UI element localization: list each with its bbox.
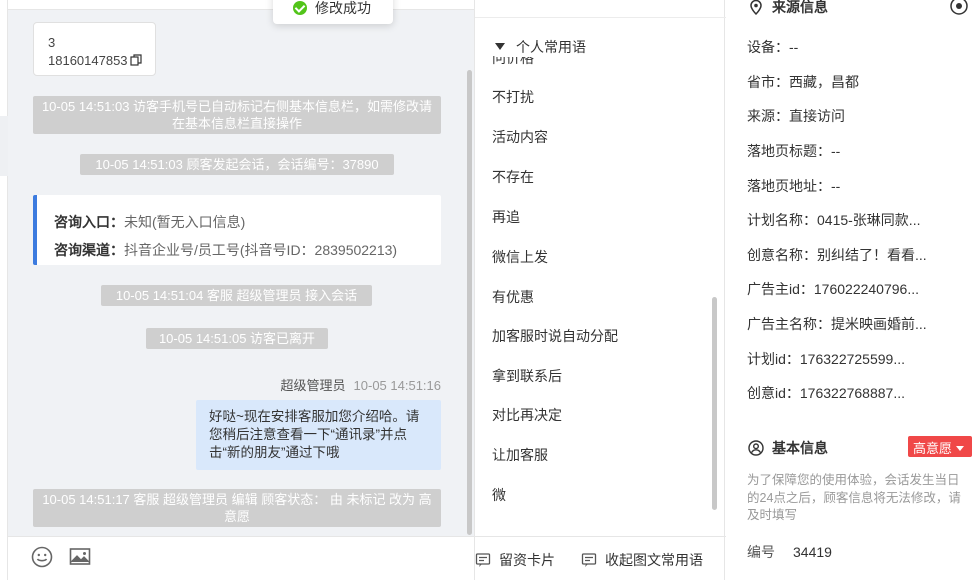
phrase-item[interactable]: 有优惠 bbox=[492, 287, 534, 307]
phrase-item[interactable]: 让加客服 bbox=[492, 445, 548, 465]
chat-panel: 3 18160147853 10-05 14:51:03 访客手机号已自动标记右… bbox=[8, 0, 474, 580]
source-row-device: 设备：-- bbox=[747, 39, 799, 55]
divider bbox=[475, 17, 726, 18]
phrase-item[interactable]: 活动内容 bbox=[492, 127, 548, 147]
common-phrases-panel: 问价格 不打扰 活动内容 不存在 再追 微信上发 有优惠 加客服时说自动分配 拿… bbox=[474, 0, 726, 580]
system-message: 10-05 14:51:17 客服 超级管理员 编辑 顾客状态： 由 未标记 改… bbox=[33, 489, 441, 527]
system-message: 10-05 14:51:03 访客手机号已自动标记右侧基本信息栏，如需修改请在基… bbox=[33, 96, 441, 134]
intent-status-label: 高意愿 bbox=[913, 441, 953, 456]
message-icon bbox=[581, 553, 597, 567]
phrase-list: 问价格 不打扰 活动内容 不存在 再追 微信上发 有优惠 加客服时说自动分配 拿… bbox=[475, 56, 715, 516]
source-row-advertiser-id: 广告主id：176022240796... bbox=[747, 281, 919, 297]
visitor-info-panel: 来源信息 设备：-- 省市：西藏，昌都 来源：直接访问 落地页标题：-- 落地页… bbox=[726, 0, 972, 580]
phrase-item[interactable]: 问价格 bbox=[492, 56, 534, 68]
entry-info-card: 咨询入口：未知(暂无入口信息) 咨询渠道：抖音企业号/员工号(抖音号ID：283… bbox=[33, 195, 441, 265]
left-panel-highlight bbox=[0, 116, 8, 176]
message-time: 10-05 14:51:16 bbox=[353, 378, 441, 393]
phrase-group-title: 个人常用语 bbox=[516, 39, 586, 55]
source-row-plan-name: 计划名称：0415-张琳同款... bbox=[747, 212, 921, 228]
agent-message-bubble: 好哒~现在安排客服加您介绍哈。请您稍后注意查看一下“通讯录”并点击“新的朋友”通… bbox=[196, 400, 441, 470]
toast-text: 修改成功 bbox=[315, 0, 371, 16]
phrase-item[interactable]: 微信上发 bbox=[492, 247, 548, 267]
phrase-item[interactable]: 微 bbox=[492, 485, 506, 505]
chevron-down-icon bbox=[956, 446, 965, 451]
check-circle-icon bbox=[293, 1, 307, 15]
caret-down-icon bbox=[495, 43, 505, 50]
system-message: 10-05 14:51:04 客服 超级管理员 接入会话 bbox=[101, 285, 372, 306]
phrase-item[interactable]: 拿到联系后 bbox=[492, 366, 562, 386]
chat-scrollbar[interactable] bbox=[467, 70, 472, 535]
system-message: 10-05 14:51:05 访客已离开 bbox=[146, 328, 328, 349]
user-icon bbox=[748, 440, 764, 456]
entry-label: 咨询入口： bbox=[54, 214, 124, 230]
location-icon bbox=[750, 0, 762, 16]
source-row-creative-id: 创意id：176322768887... bbox=[747, 385, 905, 401]
source-row-plan-id: 计划id：176322725599... bbox=[747, 351, 905, 367]
system-message: 10-05 14:51:03 顾客发起会话，会话编号：37890 bbox=[80, 154, 394, 175]
phone-card: 3 18160147853 bbox=[33, 22, 156, 76]
success-toast: 修改成功 bbox=[273, 0, 393, 24]
source-info-label: 来源信息 bbox=[772, 0, 828, 15]
phone-number: 18160147853 bbox=[48, 53, 128, 68]
phrase-item[interactable]: 再追 bbox=[492, 207, 520, 227]
collapse-phrases-label: 收起图文常用语 bbox=[605, 552, 703, 568]
source-row-advertiser-name: 广告主名称：提米映画婚前... bbox=[747, 316, 927, 332]
phrase-item[interactable]: 对比再决定 bbox=[492, 405, 562, 425]
phrases-footer: 留资卡片 收起图文常用语 bbox=[475, 536, 726, 580]
message-card-icon bbox=[475, 553, 491, 567]
message-sender: 超级管理员 10-05 14:51:16 bbox=[281, 375, 441, 394]
smile-icon[interactable] bbox=[30, 545, 54, 569]
basic-info-title: 基本信息 bbox=[748, 438, 828, 458]
source-row-landing-title: 落地页标题：-- bbox=[747, 143, 841, 159]
collapse-phrases-button[interactable]: 收起图文常用语 bbox=[581, 550, 703, 570]
customer-id-label: 编号 bbox=[747, 544, 775, 560]
chat-toolbar bbox=[8, 536, 474, 580]
left-panel-edge bbox=[0, 0, 8, 580]
lead-card-button[interactable]: 留资卡片 bbox=[475, 550, 555, 570]
sender-name: 超级管理员 bbox=[280, 378, 346, 393]
customer-id-value: 34419 bbox=[793, 544, 832, 560]
channel-label: 咨询渠道： bbox=[54, 242, 124, 258]
phrase-group-header[interactable]: 个人常用语 bbox=[495, 37, 590, 57]
source-row-landing-url: 落地页地址：-- bbox=[747, 178, 841, 194]
intent-status-dropdown[interactable]: 高意愿 bbox=[908, 436, 972, 457]
image-icon[interactable] bbox=[68, 545, 92, 569]
customer-id-row: 编号 34419 bbox=[747, 542, 832, 562]
edit-deadline-tip: 为了保障您的使用体验，会话发生当日的24点之后，顾客信息将无法修改，请及时填写 bbox=[747, 473, 961, 522]
source-row-creative-name: 创意名称：别纠结了！看看... bbox=[747, 247, 927, 263]
source-row-origin: 来源：直接访问 bbox=[747, 108, 845, 124]
phrases-scrollbar[interactable] bbox=[712, 297, 717, 510]
chat-header-edge bbox=[8, 0, 474, 10]
phrase-item[interactable]: 加客服时说自动分配 bbox=[492, 326, 618, 346]
phone-card-line1: 3 bbox=[48, 35, 56, 50]
source-row-region: 省市：西藏，昌都 bbox=[747, 74, 859, 90]
channel-value: 抖音企业号/员工号(抖音号ID：2839502213) bbox=[124, 242, 398, 258]
phrase-item[interactable]: 不打扰 bbox=[492, 87, 534, 107]
view-icon[interactable] bbox=[948, 0, 970, 17]
copy-icon[interactable] bbox=[129, 53, 142, 66]
source-info-title: 来源信息 bbox=[748, 0, 828, 17]
entry-value: 未知(暂无入口信息) bbox=[124, 214, 246, 230]
phrase-item[interactable]: 不存在 bbox=[492, 167, 534, 187]
lead-card-label: 留资卡片 bbox=[499, 552, 555, 568]
basic-info-label: 基本信息 bbox=[772, 440, 828, 456]
